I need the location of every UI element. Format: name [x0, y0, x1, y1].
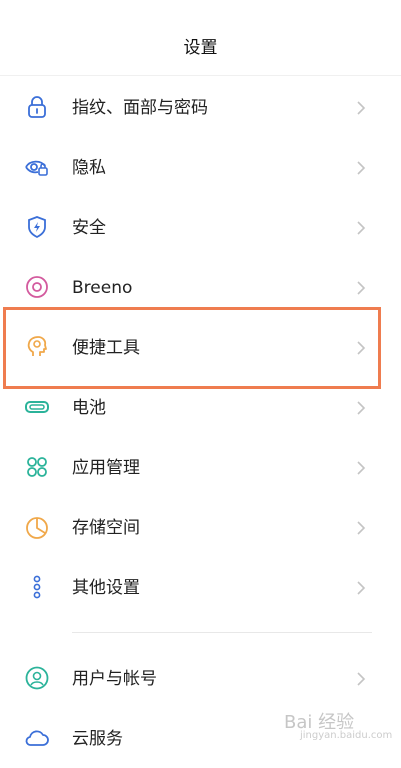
- settings-item-privacy[interactable]: 隐私: [0, 139, 401, 197]
- chevron-right-icon: [357, 221, 366, 235]
- battery-icon: [25, 401, 49, 413]
- eye-lock-icon: [25, 160, 48, 176]
- page-title: 设置: [183, 38, 218, 58]
- settings-item-fingerprint-face-password[interactable]: 指纹、面部与密码: [0, 79, 401, 137]
- chevron-right-icon: [357, 101, 366, 115]
- user-icon: [25, 666, 49, 690]
- section-divider: [72, 632, 372, 633]
- chevron-right-icon: [357, 581, 366, 595]
- chevron-right-icon: [357, 461, 366, 475]
- watermark-url: jingyan.baidu.com: [300, 730, 393, 741]
- settings-item-label: 用户与帐号: [72, 669, 157, 689]
- settings-item-label: 存储空间: [72, 518, 140, 538]
- settings-item-other-settings[interactable]: 其他设置: [0, 559, 401, 617]
- settings-item-users-accounts[interactable]: 用户与帐号: [0, 650, 401, 708]
- breeno-icon: [26, 276, 48, 298]
- settings-item-label: 其他设置: [72, 578, 140, 598]
- settings-item-label: 指纹、面部与密码: [72, 98, 208, 118]
- pie-chart-icon: [26, 517, 48, 539]
- settings-item-storage[interactable]: 存储空间: [0, 499, 401, 557]
- highlight-box: [3, 307, 381, 389]
- settings-item-label: 安全: [72, 218, 106, 238]
- chevron-right-icon: [357, 521, 366, 535]
- chevron-right-icon: [357, 161, 366, 175]
- settings-item-label: 应用管理: [72, 458, 140, 478]
- chevron-right-icon: [357, 401, 366, 415]
- shield-icon: [28, 216, 46, 239]
- settings-item-security[interactable]: 安全: [0, 199, 401, 257]
- apps-grid-icon: [27, 457, 47, 477]
- settings-item-app-management[interactable]: 应用管理: [0, 439, 401, 497]
- more-dots-icon: [33, 575, 41, 599]
- chevron-right-icon: [357, 672, 366, 686]
- lock-icon: [28, 96, 46, 118]
- header-divider: [0, 75, 401, 76]
- cloud-icon: [25, 730, 49, 746]
- settings-item-label: 云服务: [72, 729, 123, 749]
- chevron-right-icon: [357, 281, 366, 295]
- settings-item-label: 隐私: [72, 158, 106, 178]
